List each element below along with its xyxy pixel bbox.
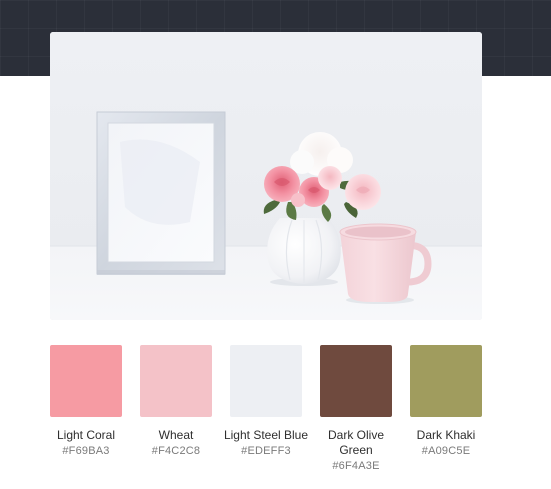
swatch-hex-code: #EDEFF3 — [241, 445, 291, 457]
swatch-hex-code: #F4C2C8 — [151, 445, 201, 457]
swatch-hex-code: #A09C5E — [421, 445, 471, 457]
swatch-color-block[interactable] — [50, 345, 122, 417]
swatch-light-steel-blue[interactable]: Light Steel Blue #EDEFF3 — [224, 345, 308, 459]
swatch-name: Dark Olive Green — [327, 428, 384, 457]
swatch-hex-code: #6F4A3E — [332, 460, 380, 472]
swatch-name: Light Steel Blue — [223, 428, 309, 442]
swatch-name: Dark Khaki — [416, 428, 476, 442]
swatch-dark-khaki[interactable]: Dark Khaki #A09C5E — [410, 345, 482, 459]
vase — [267, 218, 341, 286]
swatch-color-block[interactable] — [410, 345, 482, 417]
swatch-light-coral[interactable]: Light Coral #F69BA3 — [50, 345, 122, 459]
swatch-name: Wheat — [158, 428, 194, 442]
swatch-color-block[interactable] — [230, 345, 302, 417]
swatch-color-block[interactable] — [320, 345, 392, 417]
photo-image[interactable] — [50, 32, 482, 320]
swatch-dark-olive-green[interactable]: Dark Olive Green #6F4A3E — [320, 345, 392, 474]
swatch-hex-code: #F69BA3 — [62, 445, 110, 457]
color-palette: Light Coral #F69BA3 Wheat #F4C2C8 Light … — [50, 345, 482, 480]
swatch-wheat[interactable]: Wheat #F4C2C8 — [140, 345, 212, 459]
swatch-name: Light Coral — [56, 428, 116, 442]
photo-frame — [96, 111, 226, 275]
swatch-color-block[interactable] — [140, 345, 212, 417]
